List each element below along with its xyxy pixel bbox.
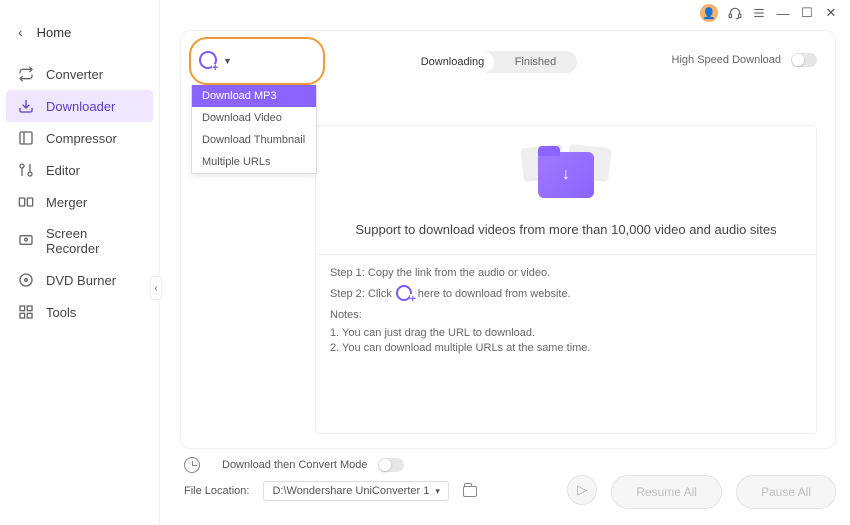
- tab-finished[interactable]: Finished: [494, 51, 577, 73]
- step2-text-a: Step 2: Click: [330, 288, 392, 300]
- support-text: Support to download videos from more tha…: [316, 220, 816, 240]
- tab-downloading[interactable]: Downloading: [411, 51, 494, 73]
- maximize-button[interactable]: ☐: [800, 6, 814, 20]
- chevron-left-icon: ‹: [18, 24, 23, 40]
- tools-icon: [18, 304, 34, 320]
- hispeed-toggle[interactable]: [791, 53, 817, 67]
- minimize-button[interactable]: —: [776, 6, 790, 20]
- note1: 1. You can just drag the URL to download…: [330, 327, 802, 339]
- add-url-button-highlight: + ▼: [189, 37, 325, 85]
- dropdown-item-video[interactable]: Download Video: [192, 107, 316, 129]
- step1-text: Step 1: Copy the link from the audio or …: [330, 267, 802, 279]
- chevron-down-icon: ▾: [435, 486, 440, 497]
- convert-mode-label: Download then Convert Mode: [222, 459, 368, 471]
- headset-icon[interactable]: [728, 6, 742, 20]
- note2: 2. You can download multiple URLs at the…: [330, 342, 802, 354]
- empty-state: ↓ Support to download videos from more t…: [315, 125, 817, 434]
- schedule-icon[interactable]: [184, 457, 200, 473]
- merger-icon: [18, 194, 34, 210]
- link-plus-icon: +: [199, 51, 219, 71]
- sidebar-item-merger[interactable]: Merger: [0, 186, 159, 218]
- file-location-label: File Location:: [184, 485, 249, 497]
- add-url-button[interactable]: + ▼: [199, 51, 232, 71]
- menu-icon[interactable]: [752, 6, 766, 20]
- tabs: Downloading Finished: [411, 51, 577, 73]
- sidebar-item-label: Compressor: [46, 131, 117, 146]
- file-location-value: D:\Wondershare UniConverter 1: [272, 485, 429, 497]
- sidebar-item-dvdburner[interactable]: DVD Burner: [0, 264, 159, 296]
- editor-icon: [18, 162, 34, 178]
- sidebar-item-label: Converter: [46, 67, 103, 82]
- notes-label: Notes:: [330, 309, 802, 321]
- sidebar-item-compressor[interactable]: Compressor: [0, 122, 159, 154]
- sidebar-item-label: Merger: [46, 195, 87, 210]
- user-avatar-icon[interactable]: 👤: [700, 4, 718, 22]
- dropdown-item-mp3[interactable]: Download MP3: [192, 85, 316, 107]
- file-location-select[interactable]: D:\Wondershare UniConverter 1 ▾: [263, 481, 448, 501]
- hispeed-label: High Speed Download: [672, 54, 781, 66]
- downloader-icon: [18, 98, 34, 114]
- sidebar-item-converter[interactable]: Converter: [0, 58, 159, 90]
- sidebar-item-label: DVD Burner: [46, 273, 116, 288]
- sidebar-item-editor[interactable]: Editor: [0, 154, 159, 186]
- screen-recorder-icon: [18, 233, 34, 249]
- sidebar-item-label: Screen Recorder: [46, 226, 141, 256]
- add-url-dropdown: Download MP3 Download Video Download Thu…: [191, 85, 317, 174]
- close-button[interactable]: ✕: [824, 6, 838, 20]
- sidebar-item-tools[interactable]: Tools: [0, 296, 159, 328]
- converter-icon: [18, 66, 34, 82]
- dropdown-item-thumbnail[interactable]: Download Thumbnail: [192, 129, 316, 151]
- resume-all-button[interactable]: Resume All: [611, 475, 722, 509]
- pause-all-button[interactable]: Pause All: [736, 475, 836, 509]
- sidebar-collapse[interactable]: ‹: [150, 276, 162, 300]
- home-label: Home: [37, 25, 72, 40]
- dropdown-item-multiple[interactable]: Multiple URLs: [192, 151, 316, 173]
- convert-mode-toggle[interactable]: [378, 458, 404, 472]
- folder-illustration: ↓: [516, 140, 616, 210]
- dvd-burner-icon: [18, 272, 34, 288]
- download-folder-icon: ↓: [538, 152, 594, 198]
- back-home[interactable]: ‹ Home: [0, 18, 159, 58]
- sidebar-item-label: Downloader: [46, 99, 115, 114]
- sidebar-item-label: Editor: [46, 163, 80, 178]
- open-folder-icon[interactable]: [463, 486, 477, 497]
- sidebar: ‹ Home Converter Downloader Compressor E…: [0, 0, 160, 525]
- sidebar-item-downloader[interactable]: Downloader: [6, 90, 153, 122]
- sidebar-item-screenrecorder[interactable]: Screen Recorder: [0, 218, 159, 264]
- chevron-down-icon: ▼: [223, 56, 232, 66]
- compressor-icon: [18, 130, 34, 146]
- sidebar-item-label: Tools: [46, 305, 76, 320]
- step2-text-b: here to download from website.: [418, 288, 571, 300]
- start-all-button[interactable]: ▷: [567, 475, 597, 505]
- link-plus-icon: +: [396, 285, 414, 303]
